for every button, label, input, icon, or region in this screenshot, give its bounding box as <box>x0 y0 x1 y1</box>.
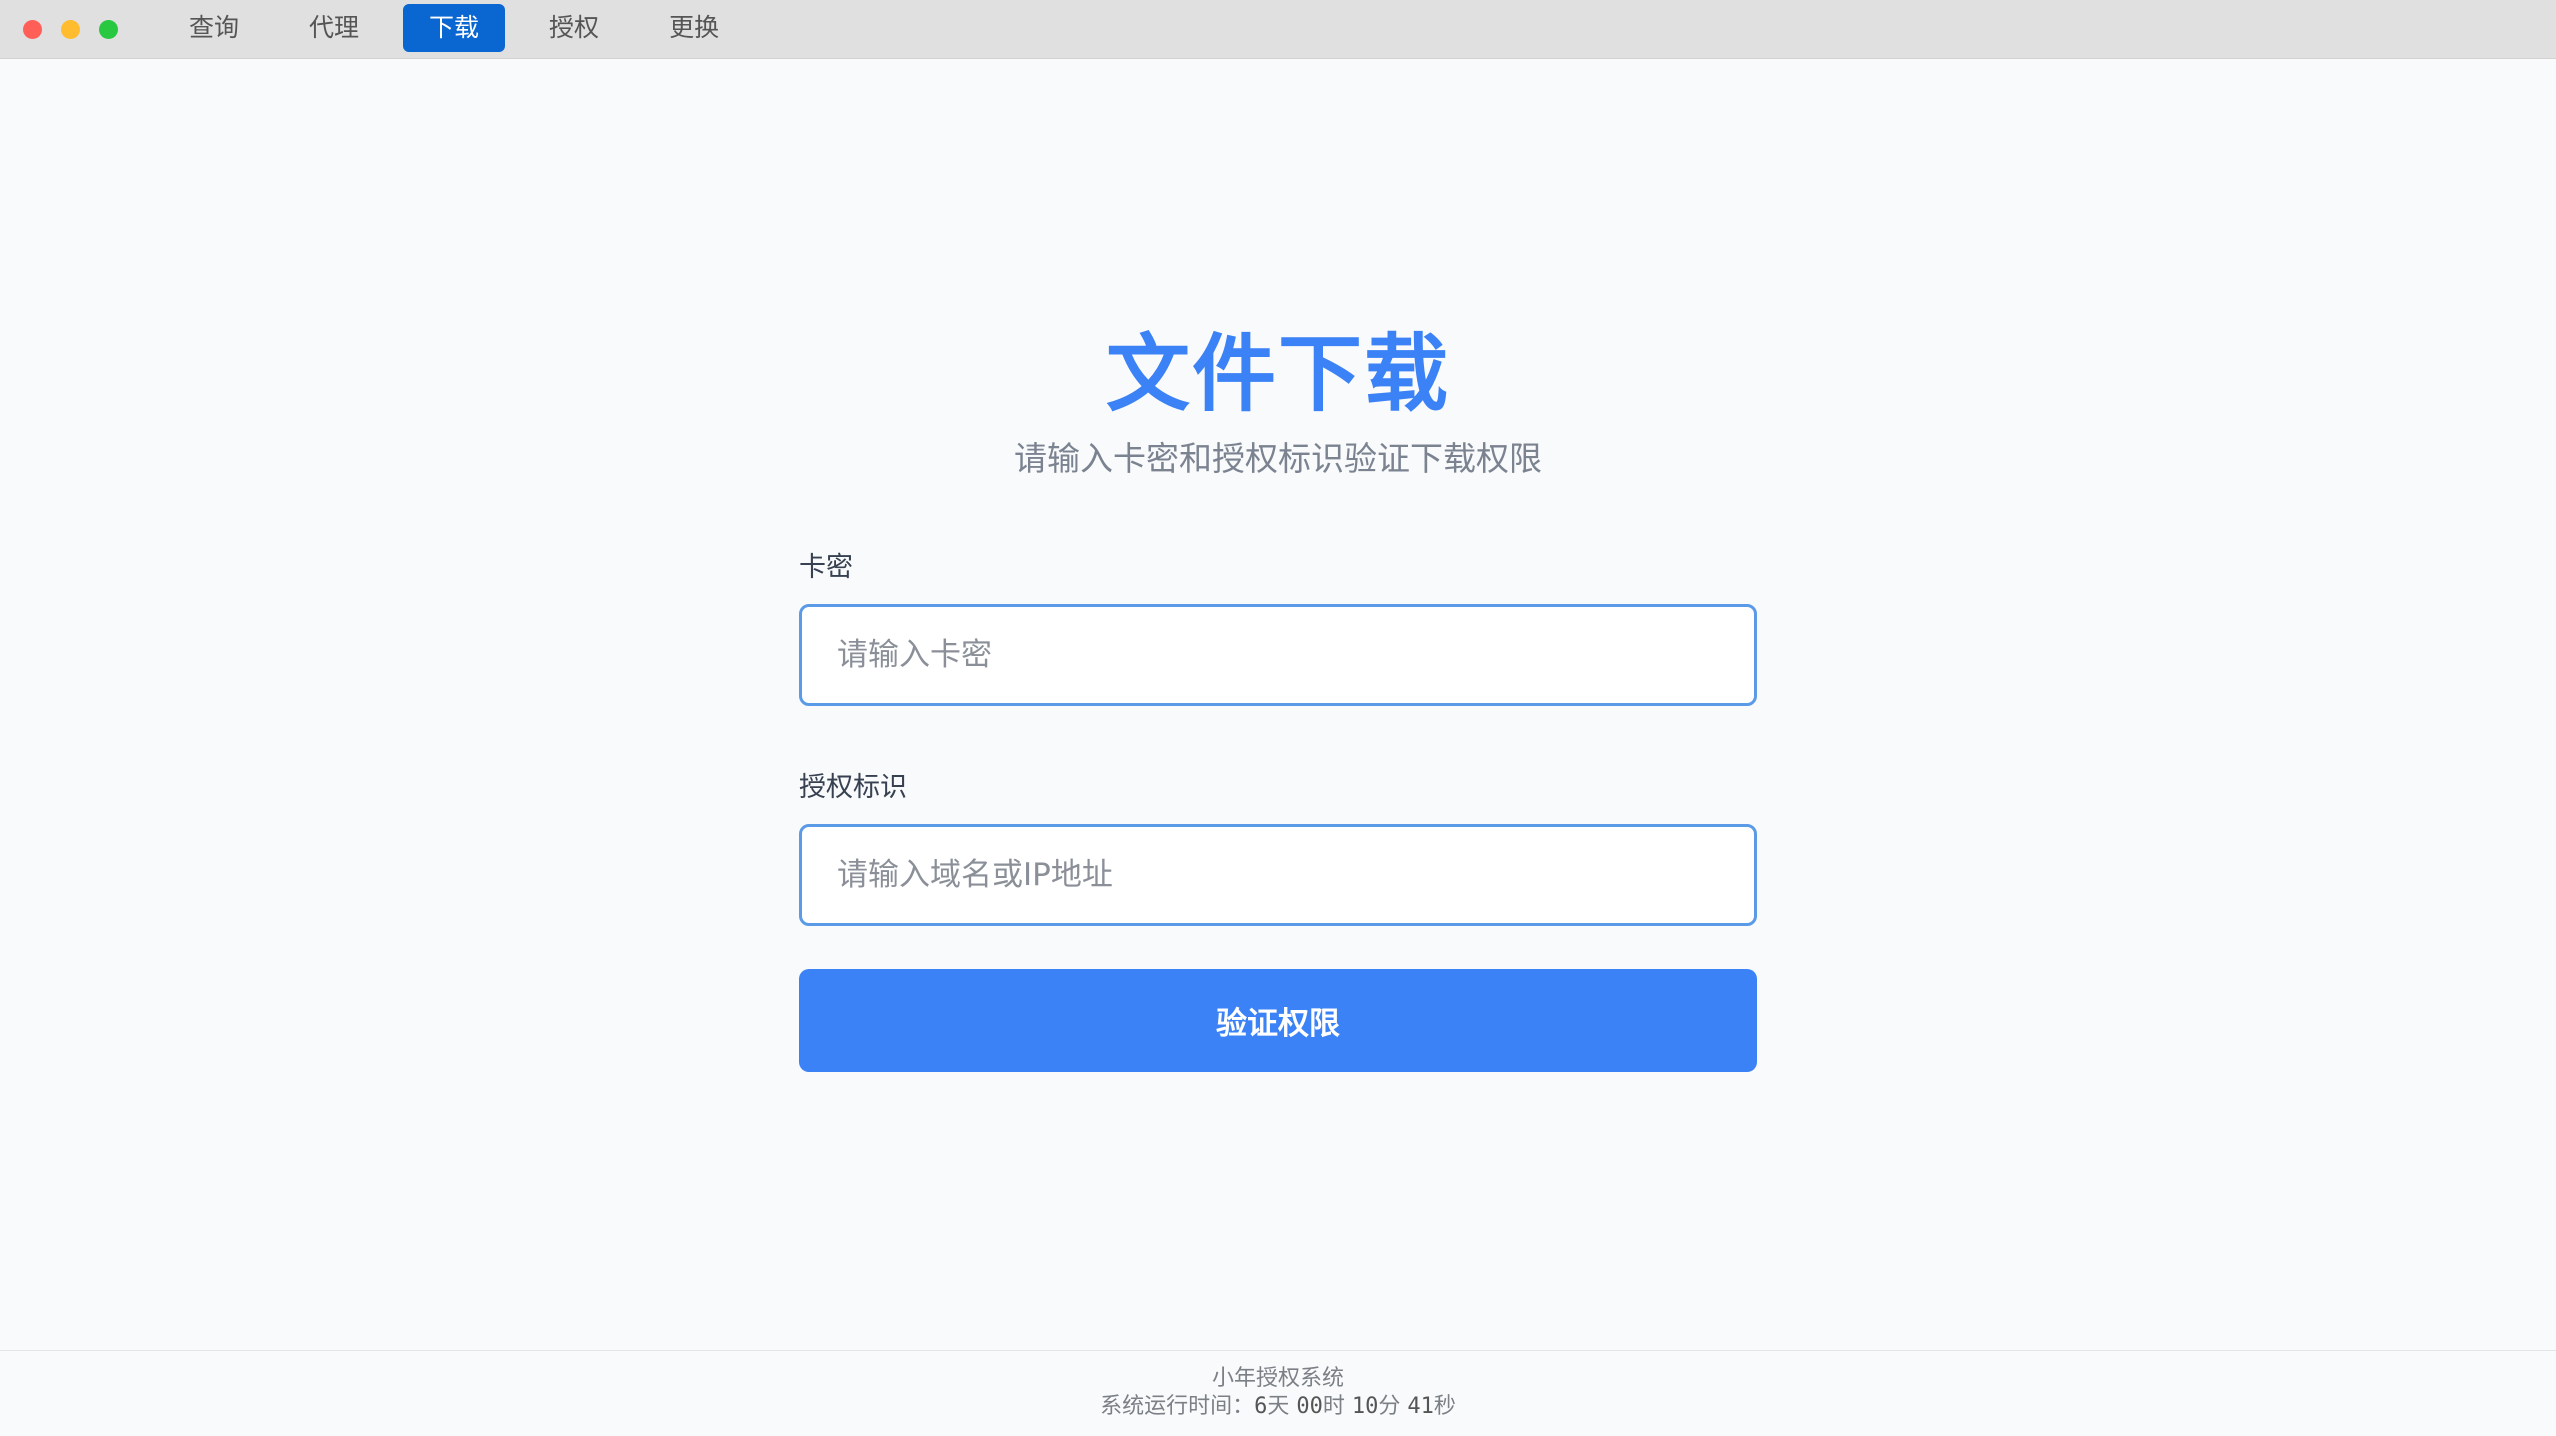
auth-id-label: 授权标识 <box>799 772 907 803</box>
maximize-window-button[interactable] <box>99 20 118 39</box>
tab-authorize[interactable]: 授权 <box>523 4 625 52</box>
runtime-seconds-unit: 秒 <box>1433 1394 1456 1419</box>
system-runtime: 系统运行时间：6天 00时 10分 41秒 <box>0 1393 2556 1421</box>
card-key-label: 卡密 <box>799 552 853 583</box>
runtime-hours: 00 <box>1296 1394 1323 1419</box>
title-bar: 查询 代理 下载 授权 更换 <box>0 0 2556 59</box>
tab-download[interactable]: 下载 <box>403 4 506 52</box>
runtime-hours-unit: 时 <box>1322 1394 1345 1419</box>
runtime-days-unit: 天 <box>1267 1394 1290 1419</box>
close-window-button[interactable] <box>23 20 42 39</box>
card-key-input[interactable] <box>799 604 1757 706</box>
runtime-prefix: 系统运行时间： <box>1100 1394 1255 1419</box>
footer: 小年授权系统 系统运行时间：6天 00时 10分 41秒 <box>0 1350 2556 1436</box>
runtime-days: 6 <box>1254 1394 1268 1419</box>
auth-id-input[interactable] <box>799 824 1757 926</box>
download-form: 卡密 授权标识 验证权限 <box>799 550 1757 1072</box>
tab-agent[interactable]: 代理 <box>283 4 385 52</box>
runtime-minutes: 10 <box>1351 1394 1379 1419</box>
nav-tabs: 查询 代理 下载 授权 更换 <box>163 4 745 52</box>
tab-replace[interactable]: 更换 <box>643 4 745 52</box>
runtime-minutes-unit: 分 <box>1378 1394 1401 1419</box>
verify-permission-button[interactable]: 验证权限 <box>799 969 1757 1072</box>
page-subtitle: 请输入卡密和授权标识验证下载权限 <box>1014 439 1542 478</box>
main-content: 文件下载 请输入卡密和授权标识验证下载权限 卡密 授权标识 验证权限 <box>0 60 2556 1350</box>
tab-query[interactable]: 查询 <box>163 4 265 52</box>
page-title: 文件下载 <box>1105 325 1450 423</box>
minimize-window-button[interactable] <box>61 20 80 39</box>
system-name: 小年授权系统 <box>1211 1366 1344 1391</box>
runtime-seconds: 41 <box>1407 1394 1434 1419</box>
